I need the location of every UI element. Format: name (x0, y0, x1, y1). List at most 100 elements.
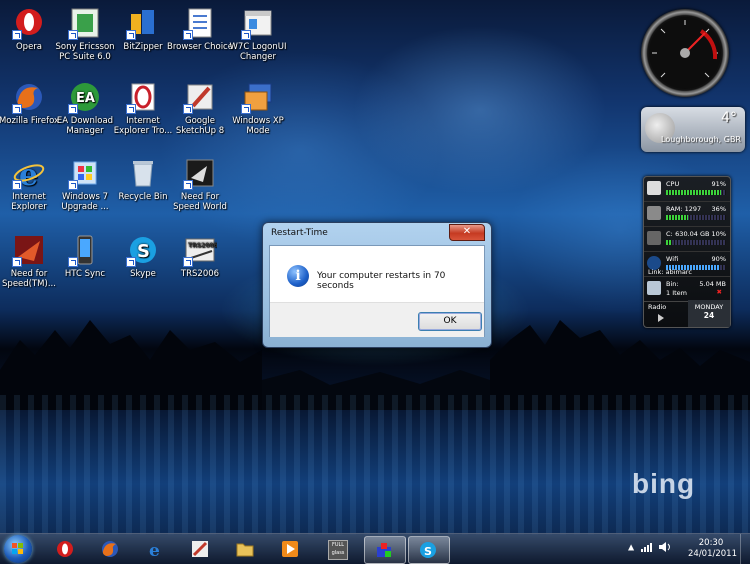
desktop-icon-browser-choice[interactable]: Browser Choice (167, 6, 233, 52)
sony-ericsson-icon (68, 6, 102, 40)
taskbar-sketchup[interactable] (183, 536, 217, 562)
shortcut-arrow-icon (12, 257, 22, 267)
desktop-icon-google-sketchup[interactable]: Google SketchUp 8 (167, 80, 233, 136)
cpu-label: CPU (666, 180, 680, 188)
ram-label: RAM: 1297 (666, 205, 702, 213)
shortcut-arrow-icon (126, 30, 136, 40)
desktop-icon-htc-sync[interactable]: HTC Sync (52, 233, 118, 279)
htc-sync-icon (68, 233, 102, 267)
sysmon-bin-row: Bin: 5.04 MB 1 Item ✖ (644, 277, 730, 302)
restart-time-icon (377, 543, 391, 557)
windows-xp-mode-icon (241, 80, 275, 114)
empty-bin-icon[interactable]: ✖ (717, 288, 722, 296)
clock-date: 24/01/2011 (688, 549, 737, 559)
shortcut-arrow-icon (12, 104, 22, 114)
shortcut-arrow-icon (12, 180, 22, 190)
desktop-icon-label: Google SketchUp 8 (175, 116, 225, 136)
desktop-icon-w7c-logonui[interactable]: W7C LogonUI Changer (225, 6, 291, 62)
taskbar-media-player[interactable] (273, 536, 307, 562)
taskbar-clock[interactable]: 20:30 24/01/2011 (688, 538, 737, 560)
tray-expand-icon[interactable]: ▲ (628, 543, 634, 552)
ram-bar (666, 215, 726, 220)
shortcut-arrow-icon (68, 257, 78, 267)
sysmon-ram-row: RAM: 1297 36% (644, 202, 730, 227)
shortcut-arrow-icon (183, 180, 193, 190)
cpu-meter-gadget[interactable] (641, 9, 729, 97)
svg-text:EA: EA (76, 91, 95, 106)
taskbar-skype[interactable]: S (408, 536, 450, 564)
shortcut-arrow-icon (68, 104, 78, 114)
desktop-icon-nfs-world[interactable]: Need For Speed World (167, 156, 233, 212)
bin-size: 5.04 MB (699, 280, 726, 288)
shortcut-arrow-icon (68, 30, 78, 40)
desktop-icon-windows7-upgrade[interactable]: Windows 7 Upgrade ... (52, 156, 118, 212)
disk-label: C: (666, 230, 673, 238)
weather-location: Loughborough, GBR (661, 135, 741, 144)
shortcut-arrow-icon (183, 257, 193, 267)
desktop-icon-label: HTC Sync (64, 269, 106, 279)
hard-drive-icon (647, 231, 661, 245)
desktop-icon-trs2006[interactable]: TRS2006 TRS2006 (167, 233, 233, 279)
taskbar-firefox[interactable] (93, 536, 127, 562)
media-player-icon (282, 541, 298, 557)
dialog-body: i Your computer restarts in 70 seconds O… (269, 245, 485, 337)
ram-value: 36% (711, 205, 726, 213)
shortcut-arrow-icon (241, 104, 251, 114)
close-button[interactable]: ✕ (449, 224, 485, 241)
need-for-speed-icon (12, 233, 46, 267)
firefox-icon (102, 541, 118, 557)
recycle-bin-icon (647, 281, 661, 295)
system-monitor-gadget[interactable]: CPU 91% RAM: 1297 36% C: 630.04 GB 10% W… (643, 176, 731, 328)
dialog-message: Your computer restarts in 70 seconds (317, 271, 446, 291)
shortcut-arrow-icon (183, 30, 193, 40)
svg-text:TRS2006: TRS2006 (188, 242, 217, 249)
shortcut-arrow-icon (126, 104, 136, 114)
shortcut-arrow-icon (12, 30, 22, 40)
calendar-day: MONDAY 24 (688, 300, 730, 327)
desktop-icon-ea-download-manager[interactable]: EA EA Download Manager (52, 80, 118, 136)
desktop-icon-label: TRS2006 (180, 269, 220, 279)
ok-button[interactable]: OK (418, 312, 482, 331)
desktop-icon-windows-xp-mode[interactable]: Windows XP Mode (225, 80, 291, 136)
play-icon[interactable] (658, 314, 664, 322)
cpu-value: 91% (711, 180, 726, 188)
ram-icon (647, 206, 661, 220)
windows-upgrade-icon (68, 156, 102, 190)
taskbar-windows-explorer[interactable] (228, 536, 262, 562)
desktop-icon-sony-ericsson[interactable]: Sony Ericsson PC Suite 6.0 (52, 6, 118, 62)
bin-items: 1 Item (666, 289, 687, 297)
network-signal-icon[interactable] (640, 542, 655, 552)
restart-time-dialog: Restart-Time ✕ i Your computer restarts … (262, 222, 492, 348)
full-glass-icon: FULL glass (328, 540, 348, 560)
recycle-bin-icon (126, 156, 160, 190)
gauge-dial-icon (649, 17, 721, 89)
ie-troubleshoot-icon (126, 80, 160, 114)
desktop-icon-label: Sony Ericsson PC Suite 6.0 (55, 42, 115, 62)
wifi-label: Wifi (666, 255, 679, 263)
firefox-icon (12, 80, 46, 114)
start-button[interactable] (4, 535, 32, 563)
trs2006-icon: TRS2006 (183, 233, 218, 267)
taskbar-full-glass[interactable]: FULL glass (320, 536, 354, 562)
opera-icon (12, 6, 46, 40)
desktop-icon-label: W7C LogonUI Changer (229, 42, 287, 62)
windows-logo-icon (12, 543, 24, 555)
sketchup-icon (183, 80, 217, 114)
wifi-link-text: Link: abimarc (648, 268, 692, 276)
taskbar-opera[interactable] (48, 536, 82, 562)
svg-text:S: S (424, 545, 432, 558)
weather-gadget[interactable]: 4° Loughborough, GBR (641, 107, 745, 152)
clock-time: 20:30 (698, 538, 724, 548)
taskbar-restart-time[interactable] (364, 536, 406, 564)
wallpaper-reflection (0, 395, 750, 535)
volume-icon[interactable] (659, 542, 671, 552)
radio-label: Radio (648, 303, 667, 311)
cpu-bar-fill (666, 190, 721, 195)
bitzipper-icon (126, 6, 160, 40)
desktop-icon-label: Windows 7 Upgrade ... (61, 192, 109, 212)
system-tray: ▲ (628, 542, 671, 552)
bin-label: Bin: (666, 280, 679, 288)
taskbar: e FULL glass S ▲ 20:30 24/01/2011 (0, 533, 750, 564)
taskbar-internet-explorer[interactable]: e (138, 536, 172, 562)
show-desktop-button[interactable] (740, 534, 750, 564)
